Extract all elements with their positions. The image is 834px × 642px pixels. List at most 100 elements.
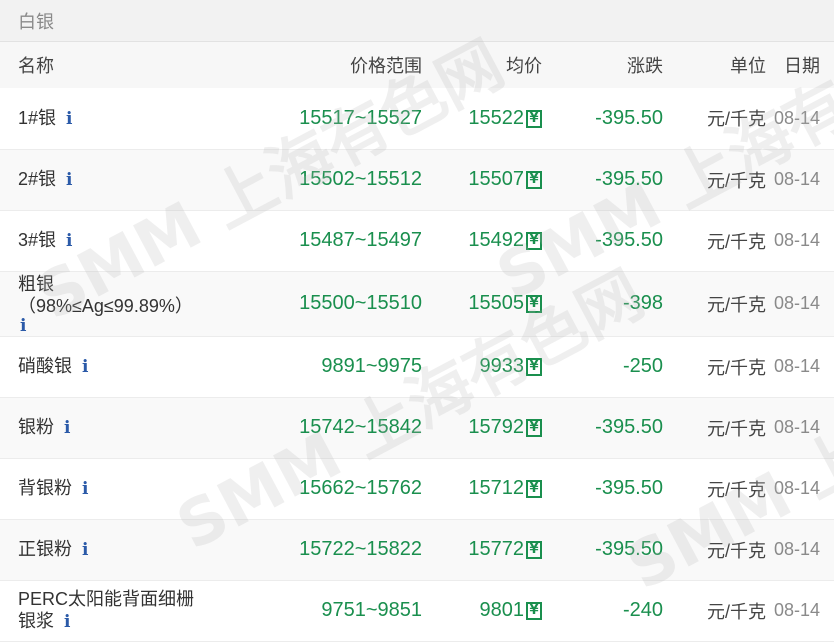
- date: 08-14: [773, 478, 820, 498]
- yen-chart-icon[interactable]: ¥: [526, 419, 542, 437]
- product-name: 2#银: [18, 169, 57, 189]
- unit: 元/千克: [706, 540, 766, 561]
- price-table: 名称 价格范围 均价 涨跌 单位 日期 1#银 i 15517~15527 155…: [0, 42, 834, 642]
- avg-price: 15772: [468, 538, 524, 560]
- table-row: 银粉 i 15742~15842 15792 ¥ -395.50 元/千克 08-1…: [0, 397, 834, 458]
- name-cell: 硝酸银 i: [0, 336, 239, 397]
- price-range: 15742~15842: [299, 416, 422, 438]
- date: 08-14: [773, 600, 820, 620]
- avg-cell: 9801 ¥: [423, 580, 543, 641]
- yen-chart-icon[interactable]: ¥: [526, 295, 542, 313]
- price-change: -395.50: [595, 229, 663, 251]
- unit: 元/千克: [706, 109, 766, 130]
- unit: 元/千克: [706, 231, 766, 252]
- header-range: 价格范围: [350, 56, 422, 76]
- price-range: 9751~9851: [321, 599, 422, 621]
- table-header-row: 名称 价格范围 均价 涨跌 单位 日期: [0, 42, 834, 88]
- yen-chart-icon[interactable]: ¥: [526, 232, 542, 250]
- info-icon[interactable]: i: [20, 317, 238, 335]
- header-unit: 单位: [730, 56, 766, 76]
- product-name: 硝酸银: [18, 356, 72, 376]
- info-icon[interactable]: i: [82, 357, 88, 377]
- date: 08-14: [773, 169, 820, 189]
- unit: 元/千克: [706, 357, 766, 378]
- header-avg: 均价: [506, 56, 542, 76]
- name-cell: 正银粉 i: [0, 519, 239, 580]
- table-row: 粗银 （98%≤Ag≤99.89%） i 15500~15510 15505 ¥ …: [0, 271, 834, 336]
- avg-price: 15505: [468, 292, 524, 314]
- avg-cell: 15505 ¥: [423, 271, 543, 336]
- avg-cell: 15792 ¥: [423, 397, 543, 458]
- avg-price: 15492: [468, 229, 524, 251]
- product-name: 背银粉: [18, 478, 72, 498]
- price-range: 15517~15527: [299, 106, 422, 129]
- info-icon[interactable]: i: [82, 540, 88, 560]
- table-row: 1#银 i 15517~15527 15522 ¥ -395.50 元/千克 08-…: [0, 88, 834, 149]
- avg-cell: 9933 ¥: [423, 336, 543, 397]
- unit: 元/千克: [706, 170, 766, 191]
- avg-cell: 15507 ¥: [423, 149, 543, 210]
- header-name: 名称: [18, 56, 54, 76]
- yen-chart-icon[interactable]: ¥: [526, 358, 542, 376]
- yen-chart-icon[interactable]: ¥: [526, 541, 542, 559]
- avg-price: 15792: [468, 416, 524, 438]
- name-cell: 3#银 i: [0, 210, 239, 271]
- header-date: 日期: [784, 56, 820, 76]
- avg-cell: 15712 ¥: [423, 458, 543, 519]
- price-range: 15500~15510: [299, 292, 422, 314]
- date: 08-14: [773, 417, 820, 437]
- avg-price: 9801: [479, 599, 525, 621]
- yen-chart-icon[interactable]: ¥: [526, 602, 542, 620]
- table-row: 3#银 i 15487~15497 15492 ¥ -395.50 元/千克 08-…: [0, 210, 834, 271]
- price-change: -395.50: [595, 416, 663, 438]
- date: 08-14: [773, 230, 820, 250]
- price-change: -395.50: [595, 477, 663, 499]
- price-change: -395.50: [595, 168, 663, 190]
- info-icon[interactable]: i: [64, 418, 70, 438]
- yen-chart-icon[interactable]: ¥: [526, 171, 542, 189]
- header-change: 涨跌: [627, 56, 663, 76]
- unit: 元/千克: [706, 479, 766, 500]
- unit: 元/千克: [706, 294, 766, 315]
- unit: 元/千克: [706, 601, 766, 622]
- name-cell: 1#银 i: [0, 88, 239, 149]
- avg-cell: 15772 ¥: [423, 519, 543, 580]
- product-name: 3#银: [18, 230, 57, 250]
- price-range: 9891~9975: [321, 355, 422, 377]
- avg-price: 15522: [468, 106, 524, 129]
- price-change: -240: [622, 599, 663, 621]
- yen-chart-icon[interactable]: ¥: [526, 480, 542, 498]
- info-icon[interactable]: i: [66, 109, 72, 129]
- table-row: 硝酸银 i 9891~9975 9933 ¥ -250 元/千克 08-14: [0, 336, 834, 397]
- price-change: -398: [622, 292, 663, 314]
- price-change: -395.50: [595, 538, 663, 560]
- section-title-text: 白银: [18, 11, 54, 32]
- name-cell: PERC太阳能背面细栅 银浆 i: [0, 580, 239, 641]
- price-range: 15502~15512: [299, 168, 422, 190]
- product-name: 1#银: [18, 107, 57, 128]
- avg-cell: 15522 ¥: [423, 88, 543, 149]
- product-name: PERC太阳能背面细栅: [18, 589, 195, 609]
- table-row: 2#银 i 15502~15512 15507 ¥ -395.50 元/千克 08-…: [0, 149, 834, 210]
- name-cell: 2#银 i: [0, 149, 239, 210]
- date: 08-14: [773, 107, 820, 128]
- price-range: 15662~15762: [299, 477, 422, 499]
- price-range: 15722~15822: [299, 538, 422, 560]
- info-icon[interactable]: i: [66, 170, 72, 190]
- info-icon[interactable]: i: [66, 231, 72, 251]
- table-row: 正银粉 i 15722~15822 15772 ¥ -395.50 元/千克 08-…: [0, 519, 834, 580]
- avg-price: 15712: [468, 477, 524, 499]
- product-name-line2: （98%≤Ag≤99.89%）: [18, 295, 193, 316]
- name-cell: 粗银 （98%≤Ag≤99.89%） i: [0, 271, 239, 336]
- date: 08-14: [773, 356, 820, 376]
- yen-chart-icon[interactable]: ¥: [526, 109, 542, 128]
- product-name: 正银粉: [18, 539, 72, 559]
- avg-price: 15507: [468, 168, 524, 190]
- price-range: 15487~15497: [299, 229, 422, 251]
- info-icon[interactable]: i: [82, 479, 88, 499]
- date: 08-14: [773, 293, 820, 313]
- name-cell: 银粉 i: [0, 397, 239, 458]
- unit: 元/千克: [706, 418, 766, 439]
- date: 08-14: [773, 539, 820, 559]
- product-name: 粗银: [18, 273, 54, 294]
